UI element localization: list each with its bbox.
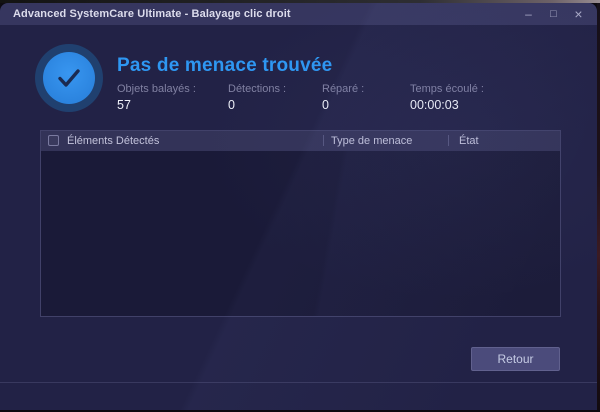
column-divider (448, 135, 449, 146)
back-button[interactable]: Retour (471, 347, 560, 371)
stat-value: 0 (322, 98, 329, 112)
maximize-icon[interactable]: □ (541, 3, 566, 25)
titlebar[interactable]: Advanced SystemCare Ultimate - Balayage … (0, 3, 597, 25)
footer-divider (0, 382, 597, 383)
window-controls: – □ × (516, 3, 591, 25)
scan-result-title: Pas de menace trouvée (117, 55, 333, 76)
stat-elapsed-time: Temps écoulé : 00:00:03 (410, 83, 540, 112)
stat-repaired: Réparé : 0 (322, 83, 410, 112)
app-window: Advanced SystemCare Ultimate - Balayage … (0, 3, 597, 410)
window-title: Advanced SystemCare Ultimate - Balayage … (13, 8, 291, 20)
scan-stats: Objets balayés : 57 Détections : 0 Répar… (117, 83, 540, 112)
column-header-detected-items: Éléments Détectés (67, 134, 160, 147)
stat-value: 57 (117, 98, 131, 112)
stat-label: Détections : (228, 83, 287, 95)
stat-value: 0 (228, 98, 235, 112)
minimize-icon[interactable]: – (516, 3, 541, 25)
stat-label: Objets balayés : (117, 83, 196, 95)
detections-table-body (41, 151, 560, 316)
stat-objects-scanned: Objets balayés : 57 (117, 83, 228, 112)
stat-detections: Détections : 0 (228, 83, 322, 112)
stat-label: Temps écoulé : (410, 83, 484, 95)
scan-success-badge (35, 44, 103, 112)
column-header-threat-type: Type de menace (331, 134, 413, 147)
stat-label: Réparé : (322, 83, 365, 95)
detections-table-header: Éléments Détectés Type de menace État (41, 131, 560, 151)
select-all-checkbox[interactable] (48, 135, 59, 146)
column-header-status: État (459, 134, 479, 147)
close-icon[interactable]: × (566, 3, 591, 25)
stat-value: 00:00:03 (410, 98, 459, 112)
column-divider (323, 135, 324, 146)
detections-table: Éléments Détectés Type de menace État (40, 130, 561, 317)
checkmark-icon (43, 52, 95, 104)
screen: Advanced SystemCare Ultimate - Balayage … (0, 0, 600, 412)
